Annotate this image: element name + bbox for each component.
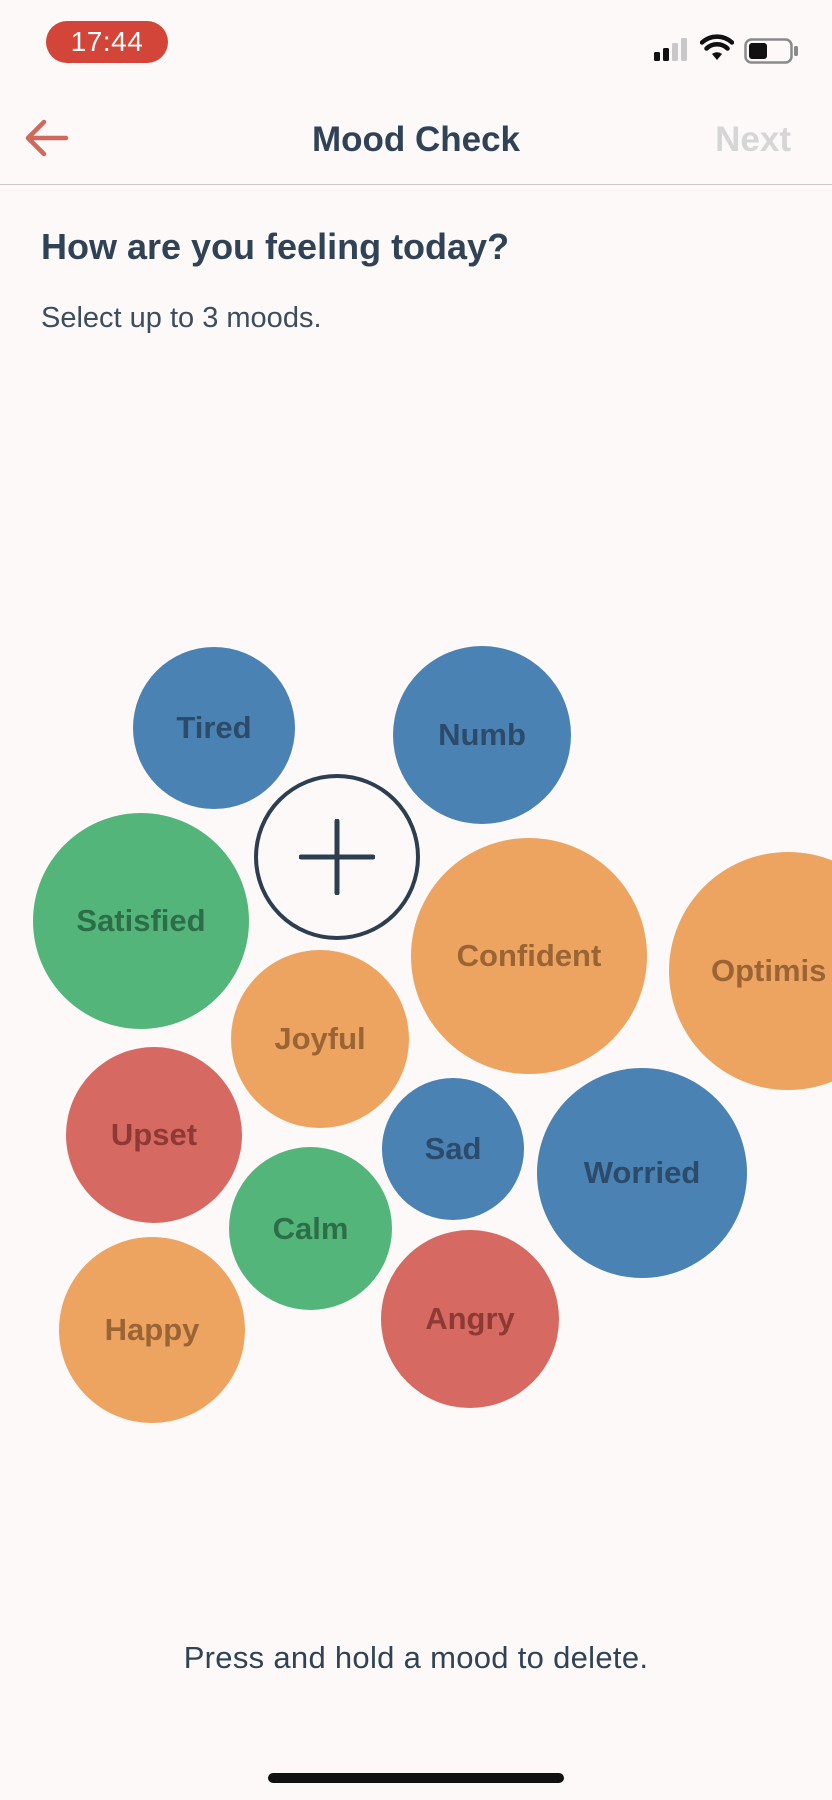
question-heading: How are you feeling today? — [41, 226, 510, 267]
status-bar: 17:44 — [0, 0, 832, 90]
mood-bubble-tired[interactable]: Tired — [133, 647, 295, 809]
nav-bar: Mood Check Next — [0, 96, 832, 185]
status-icons — [652, 32, 802, 68]
status-time: 17:44 — [46, 21, 168, 63]
mood-bubble-area: Tired Numb Satisfied Confident Optimis J… — [0, 600, 832, 1460]
mood-bubble-confident[interactable]: Confident — [411, 838, 647, 1074]
mood-bubble-satisfied[interactable]: Satisfied — [33, 813, 249, 1029]
mood-bubble-worried[interactable]: Worried — [537, 1068, 747, 1278]
page-title: Mood Check — [311, 120, 521, 159]
cellular-signal-icon — [654, 38, 690, 67]
delete-hint-text: Press and hold a mood to delete. — [183, 1640, 649, 1675]
battery-icon — [744, 38, 800, 69]
wifi-icon — [699, 34, 735, 67]
next-button[interactable]: Next — [715, 96, 791, 184]
instruction-text: Select up to 3 moods. — [41, 302, 322, 334]
mood-bubble-joyful[interactable]: Joyful — [231, 950, 409, 1128]
mood-bubble-sad[interactable]: Sad — [382, 1078, 524, 1220]
mood-bubble-optimistic[interactable]: Optimis — [669, 852, 832, 1090]
mood-bubble-upset[interactable]: Upset — [66, 1047, 242, 1223]
add-mood-button[interactable] — [254, 774, 420, 940]
mood-bubble-angry[interactable]: Angry — [381, 1230, 559, 1408]
mood-bubble-happy[interactable]: Happy — [59, 1237, 245, 1423]
mood-bubble-calm[interactable]: Calm — [229, 1147, 392, 1310]
mood-bubble-numb[interactable]: Numb — [393, 646, 571, 824]
home-indicator — [268, 1773, 564, 1783]
